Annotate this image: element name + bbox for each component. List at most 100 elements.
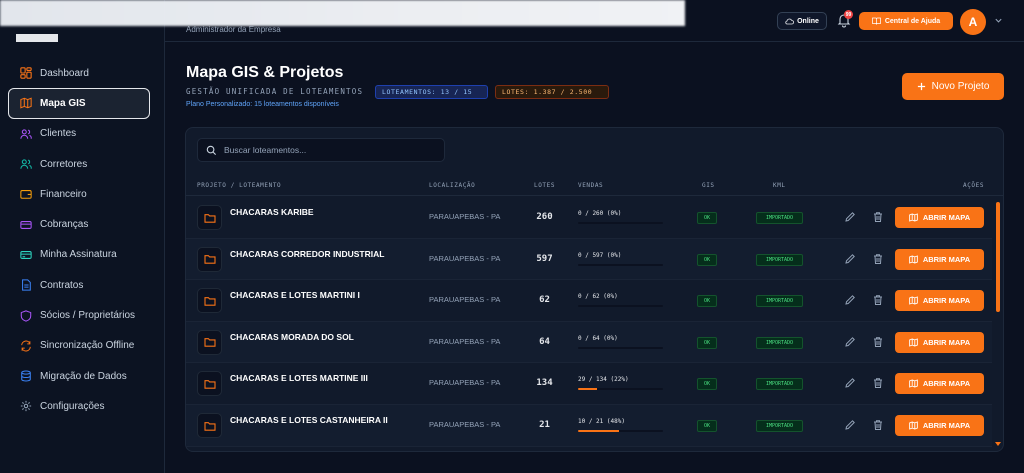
sidebar-item-label: Migração de Dados <box>40 370 127 382</box>
cloud-icon <box>785 18 795 24</box>
project-name: CHACARAS E LOTES MARTINE III <box>230 373 368 384</box>
table-row[interactable]: CHACARAS E LOTES CASTANHEIRA II PARAUAPE… <box>186 405 992 447</box>
kml-status-badge: IMPORTADO <box>756 336 803 349</box>
open-map-button[interactable]: ABRIR MAPA <box>895 207 984 228</box>
pencil-icon[interactable] <box>844 253 856 265</box>
project-location: PARAUAPEBAS - PA <box>429 212 501 221</box>
subscription-icon <box>19 248 32 261</box>
table-row[interactable]: CHACARAS E LOTES MARTINI I PARAUAPEBAS -… <box>186 280 992 322</box>
table-row[interactable]: CHACARAS CORREDOR INDUSTRIAL PARAUAPEBAS… <box>186 238 992 281</box>
online-status-button[interactable]: Online <box>777 12 827 30</box>
project-name: CHACARAS KARIBE <box>230 207 314 217</box>
sidebar-item-sincronizacao-offline[interactable]: Sincronização Offline <box>8 331 150 361</box>
logo <box>16 34 58 42</box>
map-icon <box>909 338 918 347</box>
trash-icon[interactable] <box>872 419 884 431</box>
header-gis: GIS <box>702 182 715 189</box>
user-group-icon <box>19 158 32 171</box>
open-map-label: ABRIR MAPA <box>922 421 971 430</box>
sidebar-item-clientes[interactable]: Clientes <box>8 119 150 149</box>
open-map-label: ABRIR MAPA <box>922 379 971 389</box>
sidebar-item-label: Cobranças <box>40 219 89 231</box>
pencil-icon[interactable] <box>844 294 856 306</box>
header-kml: KML <box>773 182 786 189</box>
projects-panel: PROJETO / LOTEAMENTO LOCALIZAÇÃO LOTES V… <box>185 127 1004 452</box>
sidebar-item-label: Minha Assinatura <box>40 249 117 261</box>
open-map-label: ABRIR MAPA <box>922 296 971 306</box>
plus-icon <box>917 82 925 91</box>
sidebar-item-mapa-gis[interactable]: Mapa GIS <box>8 88 150 119</box>
kml-status-badge: IMPORTADO <box>756 253 803 266</box>
sidebar-item-financeiro[interactable]: Financeiro <box>8 179 150 209</box>
map-icon <box>909 296 918 305</box>
scroll-down-arrow[interactable] <box>995 442 1001 446</box>
folder-icon <box>197 205 222 230</box>
folder-icon <box>197 413 222 438</box>
blurred-header-logo <box>0 0 685 26</box>
open-map-button[interactable]: ABRIR MAPA <box>895 331 984 353</box>
project-name: CHACARAS CORREDOR INDUSTRIAL <box>230 248 385 259</box>
page-title: Mapa GIS & Projetos <box>186 64 344 81</box>
trash-icon[interactable] <box>872 253 884 265</box>
folder-icon <box>197 288 222 314</box>
sidebar-item-socios-proprietarios[interactable]: Sócios / Proprietários <box>8 300 150 330</box>
search-input[interactable] <box>224 145 434 155</box>
sidebar-item-dashboard[interactable]: Dashboard <box>8 58 150 88</box>
pencil-icon[interactable] <box>844 377 856 389</box>
trash-icon[interactable] <box>872 336 884 348</box>
sidebar-item-corretores[interactable]: Corretores <box>8 149 150 179</box>
open-map-button[interactable]: ABRIR MAPA <box>895 248 984 270</box>
map-icon <box>909 213 918 222</box>
help-center-button[interactable]: Central de Ajuda <box>859 12 953 30</box>
project-sales: 0 / 597 (0%) <box>578 251 622 259</box>
project-lots: 21 <box>539 420 550 430</box>
pencil-icon[interactable] <box>844 419 856 431</box>
pencil-icon[interactable] <box>844 211 856 223</box>
project-sales: 29 / 134 (22%) <box>578 376 629 384</box>
database-icon <box>19 370 32 383</box>
avatar[interactable]: A <box>960 9 986 35</box>
document-icon <box>19 279 32 292</box>
pencil-icon[interactable] <box>844 336 856 348</box>
table-header: PROJETO / LOTEAMENTO LOCALIZAÇÃO LOTES V… <box>186 176 1003 196</box>
folder-icon <box>197 246 222 272</box>
user-role: Administrador da Empresa <box>186 25 281 34</box>
project-lots: 597 <box>536 253 553 264</box>
sidebar-item-cobrancas[interactable]: Cobranças <box>8 209 150 239</box>
header-lots: LOTES <box>534 182 556 189</box>
sidebar-nav: Dashboard Mapa GIS Clientes Corretores Finan… <box>8 58 150 422</box>
gis-status-badge: OK <box>697 420 717 432</box>
table-row[interactable]: CHACARAS MORADA DO SOL PARAUAPEBAS - PA … <box>186 321 992 364</box>
project-lots: 260 <box>536 212 553 222</box>
header-location: LOCALIZAÇÃO <box>429 182 476 189</box>
sidebar-item-label: Sincronização Offline <box>40 340 135 352</box>
search-box[interactable] <box>197 138 445 162</box>
trash-icon[interactable] <box>872 294 884 306</box>
chevron-down-icon[interactable] <box>994 16 1003 25</box>
open-map-button[interactable]: ABRIR MAPA <box>895 373 984 395</box>
table-row[interactable]: CHACARAS KARIBE PARAUAPEBAS - PA 260 0 /… <box>186 197 992 239</box>
app-root: Dashboard Mapa GIS Clientes Corretores Finan… <box>0 0 1024 473</box>
sidebar-item-minha-assinatura[interactable]: Minha Assinatura <box>8 240 150 270</box>
project-location: PARAUAPEBAS - PA <box>429 420 501 429</box>
project-sales: 0 / 62 (0%) <box>578 293 618 301</box>
trash-icon[interactable] <box>872 377 884 389</box>
new-project-button[interactable]: Novo Projeto <box>902 73 1004 100</box>
scrollbar-thumb[interactable] <box>996 202 1000 312</box>
open-map-button[interactable]: ABRIR MAPA <box>895 290 984 312</box>
book-icon <box>871 17 881 25</box>
map-icon <box>909 421 918 430</box>
trash-icon[interactable] <box>872 211 884 223</box>
sidebar-item-configuracoes[interactable]: Configurações <box>8 391 150 421</box>
loteamentos-count-badge: LOTEAMENTOS: 13 / 15 <box>375 85 488 99</box>
sidebar-item-contratos[interactable]: Contratos <box>8 270 150 300</box>
sidebar-item-label: Contratos <box>40 279 84 291</box>
gis-status-badge: OK <box>697 378 717 391</box>
sidebar-item-label: Configurações <box>40 400 105 412</box>
kml-status-badge: IMPORTADO <box>756 295 803 308</box>
gis-status-badge: OK <box>697 212 717 224</box>
sidebar-item-migracao-de-dados[interactable]: Migração de Dados <box>8 361 150 391</box>
table-row[interactable]: CHACARAS E LOTES MARTINE III PARAUAPEBAS… <box>186 363 992 405</box>
users-icon <box>19 127 32 140</box>
open-map-button[interactable]: ABRIR MAPA <box>895 415 984 436</box>
